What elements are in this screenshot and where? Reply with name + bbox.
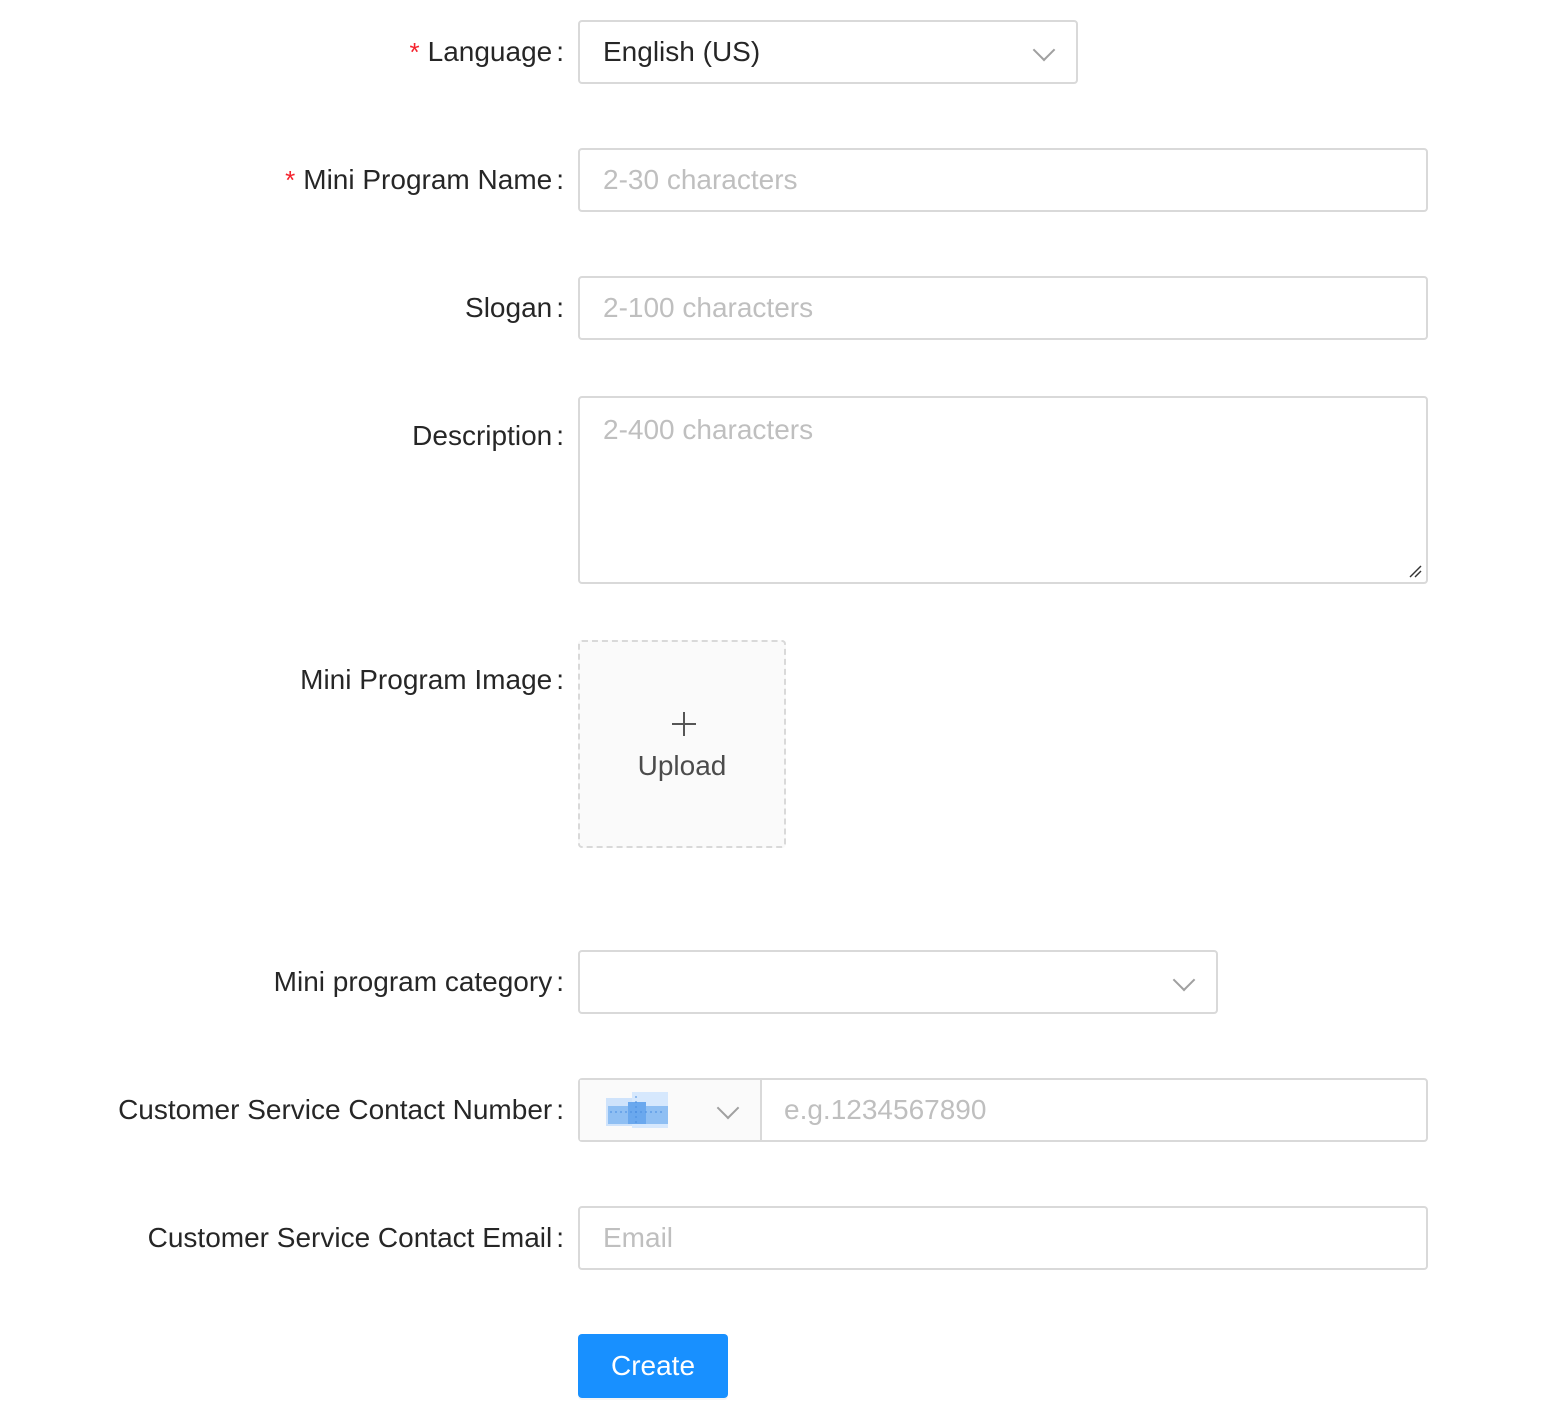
slogan-field xyxy=(578,276,1428,340)
image-label-text: Mini Program Image xyxy=(300,664,553,695)
label-colon: : xyxy=(556,1222,564,1253)
label-colon: : xyxy=(556,1094,564,1125)
email-label: Customer Service Contact Email: xyxy=(148,1220,564,1256)
label-colon: : xyxy=(556,164,564,195)
description-textarea[interactable] xyxy=(580,398,1426,582)
category-label-text: Mini program category xyxy=(273,966,553,997)
category-label: Mini program category: xyxy=(274,964,564,1000)
slogan-input[interactable] xyxy=(580,278,1426,338)
email-input[interactable] xyxy=(580,1208,1426,1268)
phone-field xyxy=(762,1080,1426,1140)
label-colon: : xyxy=(556,36,564,67)
email-field xyxy=(578,1206,1428,1270)
language-label-text: Language xyxy=(427,36,553,67)
country-code-select[interactable] xyxy=(580,1080,762,1140)
create-button[interactable]: Create xyxy=(578,1334,728,1398)
language-label: * Language: xyxy=(410,34,564,70)
plus-icon xyxy=(672,712,696,736)
required-mark: * xyxy=(409,37,420,67)
slogan-label: Slogan: xyxy=(465,290,564,326)
chevron-down-icon xyxy=(1032,38,1056,62)
slogan-label-text: Slogan xyxy=(465,292,553,323)
phone-label: Customer Service Contact Number: xyxy=(118,1092,564,1128)
image-label: Mini Program Image: xyxy=(300,662,564,698)
label-colon: : xyxy=(556,420,564,451)
language-select-value: English (US) xyxy=(603,36,761,67)
resize-handle-icon[interactable] xyxy=(1408,564,1422,578)
email-label-text: Customer Service Contact Email xyxy=(147,1222,553,1253)
description-label: Description: xyxy=(412,418,564,454)
category-select[interactable] xyxy=(578,950,1218,1014)
flag-icon xyxy=(606,1092,668,1128)
label-colon: : xyxy=(556,966,564,997)
language-select[interactable]: English (US) xyxy=(578,20,1078,84)
phone-input-group xyxy=(578,1078,1428,1142)
name-input[interactable] xyxy=(580,150,1426,210)
required-mark: * xyxy=(285,165,296,195)
label-colon: : xyxy=(556,292,564,323)
phone-input[interactable] xyxy=(762,1080,1426,1140)
phone-label-text: Customer Service Contact Number xyxy=(118,1094,553,1125)
name-label-text: Mini Program Name xyxy=(303,164,553,195)
description-label-text: Description xyxy=(412,420,553,451)
label-colon: : xyxy=(556,664,564,695)
description-field xyxy=(578,396,1428,584)
upload-label: Upload xyxy=(637,750,727,781)
name-field xyxy=(578,148,1428,212)
image-upload-button[interactable]: Upload xyxy=(578,640,786,848)
chevron-down-icon xyxy=(716,1096,740,1120)
name-label: * Mini Program Name: xyxy=(285,162,564,198)
chevron-down-icon xyxy=(1172,968,1196,992)
